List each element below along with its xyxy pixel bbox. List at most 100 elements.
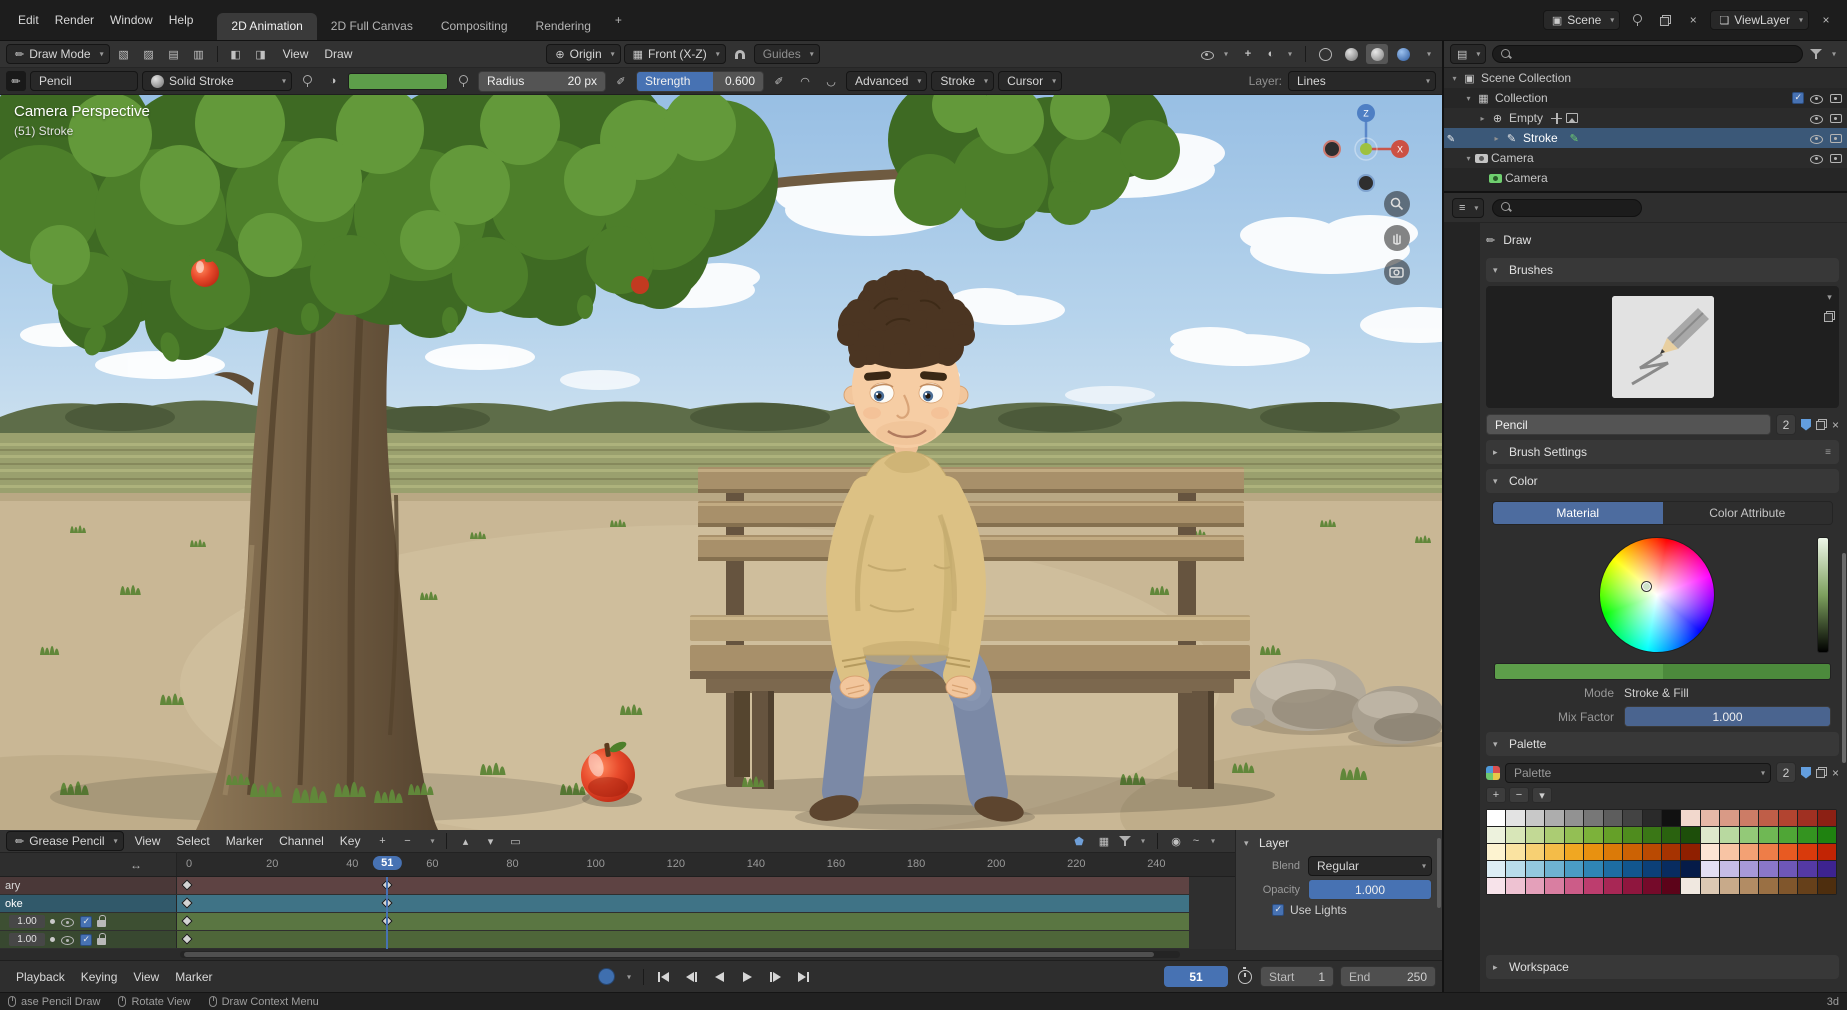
- channel-name-cell[interactable]: 1.00: [0, 913, 177, 930]
- new-brush-icon[interactable]: [1816, 419, 1827, 430]
- panel-menu-icon[interactable]: ≡: [1825, 447, 1832, 458]
- palette-swatch[interactable]: [1623, 861, 1641, 877]
- vertex-color-bar[interactable]: [348, 73, 448, 90]
- view-layer-selector[interactable]: ❏ ViewLayer: [1710, 10, 1809, 30]
- active-color-swatch[interactable]: [1494, 663, 1831, 680]
- proportional-edit-icon[interactable]: ◉: [1165, 831, 1187, 851]
- palette-swatch[interactable]: [1740, 810, 1758, 826]
- strength-slider[interactable]: Strength0.600: [636, 71, 764, 92]
- topbar-menu[interactable]: Help: [161, 11, 202, 29]
- radius-slider[interactable]: Radius20 px: [478, 71, 606, 92]
- disable-in-viewport-icon[interactable]: [1829, 92, 1842, 104]
- scene-selector[interactable]: ▣ Scene: [1543, 10, 1620, 30]
- viewport-canvas[interactable]: Camera Perspective (51) Stroke Z X: [0, 95, 1442, 830]
- viewport-menu[interactable]: Draw: [316, 45, 360, 63]
- palette-swatch[interactable]: [1681, 878, 1699, 894]
- palette-swatch[interactable]: [1662, 878, 1680, 894]
- palette-swatch[interactable]: [1623, 844, 1641, 860]
- falloff-icon[interactable]: ◠: [794, 71, 816, 91]
- palette-swatch[interactable]: [1740, 878, 1758, 894]
- palette-swatch[interactable]: [1740, 827, 1758, 843]
- expand-arrow-icon[interactable]: ▾: [1462, 154, 1475, 163]
- hide-in-viewport-icon[interactable]: [1809, 152, 1824, 164]
- topbar-menu[interactable]: Edit: [10, 11, 47, 29]
- channel-checkbox[interactable]: [80, 934, 92, 946]
- value-slider[interactable]: [1817, 537, 1829, 653]
- palette-swatch[interactable]: [1720, 861, 1738, 877]
- workspace-tab[interactable]: 2D Full Canvas: [317, 13, 427, 40]
- palette-swatch[interactable]: [1701, 878, 1719, 894]
- palette-swatch[interactable]: [1662, 827, 1680, 843]
- color-wheel[interactable]: [1599, 537, 1715, 653]
- palette-swatch[interactable]: [1545, 861, 1563, 877]
- outliner-row[interactable]: ▾ Scene Collection: [1444, 68, 1847, 88]
- palette-swatch[interactable]: [1545, 844, 1563, 860]
- palette-swatch[interactable]: [1681, 810, 1699, 826]
- radius-pressure-icon[interactable]: ✐: [610, 71, 632, 91]
- timeline-channels[interactable]: ary oke: [0, 877, 1442, 949]
- navigation-gizmo[interactable]: Z X: [1316, 99, 1416, 199]
- duplicate-brush-icon[interactable]: [1824, 311, 1835, 322]
- palette-swatch[interactable]: [1681, 844, 1699, 860]
- brush-thumbnail[interactable]: ✏: [6, 71, 26, 91]
- palette-edit-button[interactable]: +: [1486, 787, 1506, 803]
- palette-swatch[interactable]: [1487, 827, 1505, 843]
- select-stroke-icon[interactable]: ▤: [163, 44, 185, 64]
- playback-menu[interactable]: View: [125, 968, 167, 986]
- outliner-filter-dropdown[interactable]: [1809, 44, 1841, 64]
- outliner-row[interactable]: ▾ Collection: [1444, 88, 1847, 108]
- timeline-channel-row[interactable]: ary: [0, 877, 1442, 894]
- palette-swatch[interactable]: [1623, 810, 1641, 826]
- palette-swatch[interactable]: [1526, 878, 1544, 894]
- layer-dropdown[interactable]: Lines: [1288, 71, 1436, 91]
- multiframe-icon[interactable]: ▥: [188, 44, 210, 64]
- outliner-row[interactable]: Camera: [1444, 168, 1847, 188]
- palette-swatch[interactable]: [1701, 827, 1719, 843]
- channel-name-cell[interactable]: 1.00: [0, 931, 177, 948]
- brush-selector[interactable]: Pencil: [30, 71, 138, 91]
- transport-button[interactable]: [707, 967, 732, 986]
- zoom-button[interactable]: [1384, 191, 1410, 217]
- palette-swatch[interactable]: [1720, 827, 1738, 843]
- drawing-plane-icon[interactable]: ◨: [250, 44, 272, 64]
- workspace-panel-header[interactable]: ▸ Workspace: [1486, 955, 1839, 979]
- palette-swatch[interactable]: [1623, 878, 1641, 894]
- collection-checkbox[interactable]: [1792, 92, 1804, 104]
- brush-preview-well[interactable]: ▾: [1486, 286, 1839, 408]
- playhead-line[interactable]: [386, 877, 388, 949]
- unlink-scene-icon[interactable]: ×: [1682, 10, 1704, 30]
- palette-swatch[interactable]: [1623, 827, 1641, 843]
- remove-view-layer-icon[interactable]: ×: [1815, 10, 1837, 30]
- palette-swatch[interactable]: [1604, 810, 1622, 826]
- palette-swatch[interactable]: [1779, 861, 1797, 877]
- viewport-menu[interactable]: View: [275, 45, 317, 63]
- color-picker-dot[interactable]: [1642, 582, 1651, 591]
- layer-opacity-field[interactable]: 1.00: [9, 915, 45, 928]
- timeline-mode-dropdown[interactable]: ✏ Grease Pencil: [6, 831, 124, 851]
- stroke-color-swatch[interactable]: [1495, 664, 1663, 679]
- placement-icon[interactable]: ◧: [225, 44, 247, 64]
- current-frame-field[interactable]: 51: [1164, 966, 1228, 987]
- palette-swatch[interactable]: [1681, 861, 1699, 877]
- palette-swatch[interactable]: [1759, 844, 1777, 860]
- snap-magnet-icon[interactable]: [729, 44, 751, 64]
- palette-swatch[interactable]: [1584, 844, 1602, 860]
- outliner-item-label[interactable]: Collection: [1495, 91, 1548, 105]
- expand-arrow-icon[interactable]: ▸: [1490, 134, 1503, 143]
- shading-options-dropdown[interactable]: [1418, 44, 1436, 64]
- channel-hide-icon[interactable]: [60, 916, 75, 928]
- palette-swatch[interactable]: [1643, 878, 1661, 894]
- expand-arrow-icon[interactable]: ▾: [1462, 94, 1475, 103]
- workspace-tab[interactable]: Rendering: [522, 13, 605, 40]
- palette-swatch[interactable]: [1526, 844, 1544, 860]
- color-source-tab[interactable]: Color Attribute: [1663, 502, 1833, 524]
- palette-swatch[interactable]: [1526, 827, 1544, 843]
- pin-color-icon[interactable]: [452, 71, 474, 91]
- palette-swatch[interactable]: [1720, 878, 1738, 894]
- topbar-menu[interactable]: Window: [102, 11, 161, 29]
- palette-edit-button[interactable]: ▾: [1532, 787, 1552, 803]
- layer-panel-scrollbar[interactable]: [1437, 838, 1441, 908]
- transport-button[interactable]: [651, 967, 676, 986]
- playback-menu[interactable]: Playback: [8, 968, 73, 986]
- palette-swatch[interactable]: [1798, 861, 1816, 877]
